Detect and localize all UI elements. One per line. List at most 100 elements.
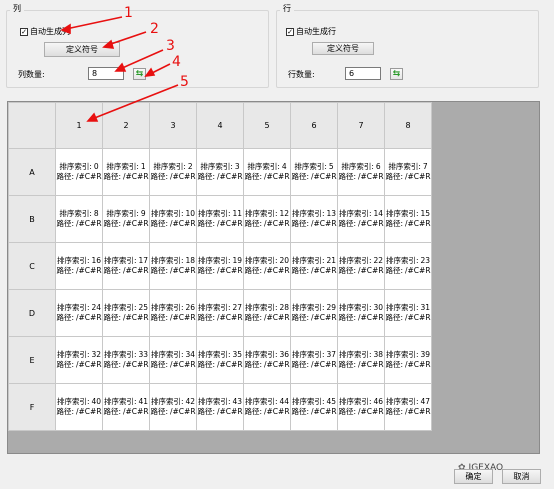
grid-cell[interactable]: 排序索引: 33 路径:/#C#R xyxy=(102,336,150,384)
cell-index-line: 排序索引: 31 xyxy=(385,303,431,313)
row-header[interactable]: D xyxy=(8,289,56,337)
cell-path-value: /#C#R xyxy=(75,219,102,228)
grid-cell[interactable]: 排序索引: 37 路径:/#C#R xyxy=(290,336,338,384)
grid-cell[interactable]: 排序索引: 24 路径:/#C#R xyxy=(55,289,103,337)
annotation-3: 3 xyxy=(166,38,175,54)
grid-cell[interactable]: 排序索引: 42 路径:/#C#R xyxy=(149,383,197,431)
cell-path-line: 路径:/#C#R xyxy=(386,266,431,276)
grid-cell[interactable]: 排序索引: 22 路径:/#C#R xyxy=(337,242,385,290)
cell-path-line: 路径:/#C#R xyxy=(386,313,431,323)
cell-index-line: 排序索引: 24 xyxy=(57,303,102,313)
cell-index-label: 排序索引: xyxy=(106,209,139,218)
grid-cell[interactable]: 排序索引: 8 路径:/#C#R xyxy=(55,195,103,243)
cell-path-value: /#C#R xyxy=(122,313,149,322)
grid-cell[interactable]: 排序索引: 29 路径:/#C#R xyxy=(290,289,338,337)
row-header[interactable]: C xyxy=(8,242,56,290)
row-header[interactable]: B xyxy=(8,195,56,243)
cell-path-label: 路径: xyxy=(291,407,309,416)
grid-cell[interactable]: 排序索引: 21 路径:/#C#R xyxy=(290,242,338,290)
cell-path-line: 路径:/#C#R xyxy=(339,219,384,229)
grid-cell[interactable]: 排序索引: 31 路径:/#C#R xyxy=(384,289,432,337)
grid-cell[interactable]: 排序索引: 11 路径:/#C#R xyxy=(196,195,244,243)
grid-cell[interactable]: 排序索引: 35 路径:/#C#R xyxy=(196,336,244,384)
grid-cell[interactable]: 排序索引: 7 路径:/#C#R xyxy=(384,148,432,196)
row-header[interactable]: E xyxy=(8,336,56,384)
cancel-button[interactable]: 取消 xyxy=(502,469,541,484)
grid-cell[interactable]: 排序索引: 10 路径:/#C#R xyxy=(149,195,197,243)
grid-cell[interactable]: 排序索引: 12 路径:/#C#R xyxy=(243,195,291,243)
cell-path-label: 路径: xyxy=(197,360,215,369)
grid-cell[interactable]: 排序索引: 0 路径:/#C#R xyxy=(55,148,103,196)
cell-path-line: 路径:/#C#R xyxy=(291,266,337,276)
grid-cell[interactable]: 排序索引: 32 路径:/#C#R xyxy=(55,336,103,384)
cell-path-label: 路径: xyxy=(291,266,309,275)
grid-cell[interactable]: 排序索引: 47 路径:/#C#R xyxy=(384,383,432,431)
grid-cell[interactable]: 排序索引: 27 路径:/#C#R xyxy=(196,289,244,337)
confirm-button[interactable]: 确定 xyxy=(454,469,493,484)
grid-cell[interactable]: 排序索引: 18 路径:/#C#R xyxy=(149,242,197,290)
cell-index-line: 排序索引: 35 xyxy=(198,350,243,360)
cell-path-value: /#C#R xyxy=(404,219,431,228)
cell-index-label: 排序索引: xyxy=(59,209,92,218)
grid-cell[interactable]: 排序索引: 17 路径:/#C#R xyxy=(102,242,150,290)
cell-path-line: 路径:/#C#R xyxy=(57,313,102,323)
grid-cell[interactable]: 排序索引: 2 路径:/#C#R xyxy=(149,148,197,196)
cell-index-label: 排序索引: xyxy=(385,303,419,312)
cell-path-value: /#C#R xyxy=(169,360,196,369)
cell-path-value: /#C#R xyxy=(357,219,384,228)
grid-cell[interactable]: 排序索引: 1 路径:/#C#R xyxy=(102,148,150,196)
grid-cell[interactable]: 排序索引: 13 路径:/#C#R xyxy=(290,195,338,243)
grid-cell[interactable]: 排序索引: 34 路径:/#C#R xyxy=(149,336,197,384)
cell-path-line: 路径:/#C#R xyxy=(151,407,196,417)
grid-cell[interactable]: 排序索引: 46 路径:/#C#R xyxy=(337,383,385,431)
grid-cell[interactable]: 排序索引: 14 路径:/#C#R xyxy=(337,195,385,243)
cell-path-value: /#C#R xyxy=(357,313,384,322)
cell-index-value: 46 xyxy=(373,397,384,406)
cell-index-label: 排序索引: xyxy=(385,397,419,406)
grid-cell[interactable]: 排序索引: 16 路径:/#C#R xyxy=(55,242,103,290)
row-header[interactable]: A xyxy=(8,148,56,196)
cell-path-label: 路径: xyxy=(56,407,74,416)
grid-cell[interactable]: 排序索引: 20 路径:/#C#R xyxy=(243,242,291,290)
grid-cell[interactable]: 排序索引: 44 路径:/#C#R xyxy=(243,383,291,431)
cell-path-line: 路径:/#C#R xyxy=(245,407,290,417)
grid-cell[interactable]: 排序索引: 43 路径:/#C#R xyxy=(196,383,244,431)
grid-cell[interactable]: 排序索引: 4 路径:/#C#R xyxy=(243,148,291,196)
grid-cell[interactable]: 排序索引: 6 路径:/#C#R xyxy=(337,148,385,196)
cell-index-value: 29 xyxy=(326,303,337,312)
grid-cell[interactable]: 排序索引: 39 路径:/#C#R xyxy=(384,336,432,384)
grid-cell[interactable]: 排序索引: 5 路径:/#C#R xyxy=(290,148,338,196)
grid-cell[interactable]: 排序索引: 45 路径:/#C#R xyxy=(290,383,338,431)
cell-index-line: 排序索引: 3 xyxy=(198,162,243,172)
cell-path-line: 路径:/#C#R xyxy=(339,407,384,417)
cell-index-value: 11 xyxy=(232,209,243,218)
cell-index-line: 排序索引: 20 xyxy=(245,256,290,266)
cell-index-line: 排序索引: 12 xyxy=(245,209,290,219)
grid-cell[interactable]: 排序索引: 19 路径:/#C#R xyxy=(196,242,244,290)
grid-cell[interactable]: 排序索引: 23 路径:/#C#R xyxy=(384,242,432,290)
cell-path-line: 路径:/#C#R xyxy=(385,172,431,182)
grid-cell[interactable]: 排序索引: 9 路径:/#C#R xyxy=(102,195,150,243)
cell-index-line: 排序索引: 32 xyxy=(57,350,102,360)
cell-index-line: 排序索引: 13 xyxy=(292,209,337,219)
cell-index-value: 13 xyxy=(326,209,337,218)
row-header[interactable]: F xyxy=(8,383,56,431)
grid-cell[interactable]: 排序索引: 25 路径:/#C#R xyxy=(102,289,150,337)
grid-cell[interactable]: 排序索引: 38 路径:/#C#R xyxy=(337,336,385,384)
cell-path-line: 路径:/#C#R xyxy=(197,360,243,370)
cell-path-label: 路径: xyxy=(385,172,403,181)
cell-index-line: 排序索引: 4 xyxy=(245,162,290,172)
cell-index-value: 30 xyxy=(373,303,384,312)
grid-cell[interactable]: 排序索引: 41 路径:/#C#R xyxy=(102,383,150,431)
grid-cell[interactable]: 排序索引: 30 路径:/#C#R xyxy=(337,289,385,337)
table-row: F 排序索引: 40 路径:/#C#R 排序索引: 41 路径:/#C#R 排序索引: 42 路径… xyxy=(8,383,432,431)
grid-cell[interactable]: 排序索引: 28 路径:/#C#R xyxy=(243,289,291,337)
grid-cell[interactable]: 排序索引: 3 路径:/#C#R xyxy=(196,148,244,196)
cell-path-label: 路径: xyxy=(103,266,121,275)
grid-cell[interactable]: 排序索引: 40 路径:/#C#R xyxy=(55,383,103,431)
cell-index-value: 0 xyxy=(93,162,99,171)
grid-cell[interactable]: 排序索引: 26 路径:/#C#R xyxy=(149,289,197,337)
grid-cell[interactable]: 排序索引: 36 路径:/#C#R xyxy=(243,336,291,384)
grid-cell[interactable]: 排序索引: 15 路径:/#C#R xyxy=(384,195,432,243)
cell-path-label: 路径: xyxy=(338,360,356,369)
